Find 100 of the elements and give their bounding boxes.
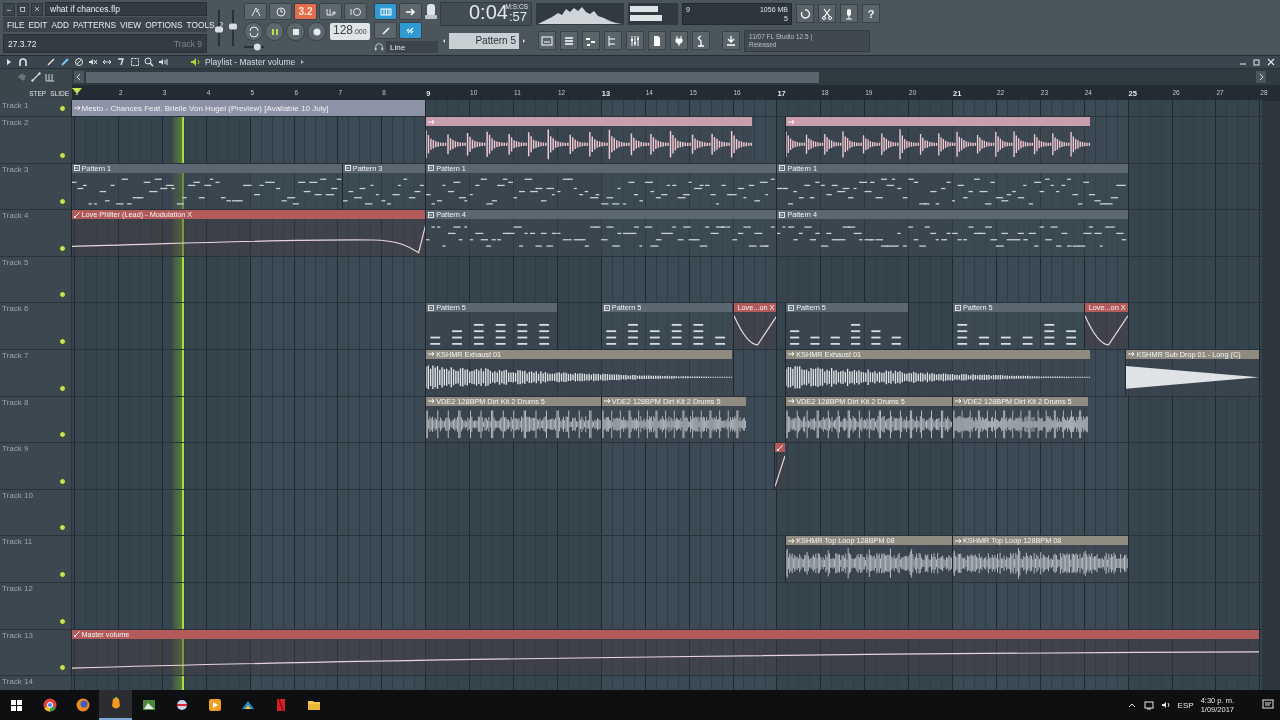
track-header[interactable]: Track 14 [0, 676, 72, 690]
scroll-right-button[interactable] [1256, 71, 1266, 83]
microphone-button[interactable] [840, 4, 858, 23]
menu-item[interactable]: OPTIONS [143, 19, 185, 30]
menu-item[interactable]: TOOLS [184, 19, 217, 30]
caret-icon[interactable] [299, 58, 306, 66]
delete-icon[interactable] [74, 57, 84, 67]
piano-roll-button[interactable] [582, 31, 600, 50]
track-dot[interactable] [59, 617, 66, 625]
close-icon[interactable] [1266, 57, 1276, 67]
slice-icon[interactable] [116, 57, 126, 67]
select-icon[interactable] [130, 57, 140, 67]
file-button[interactable] [648, 31, 666, 50]
close-button[interactable] [31, 2, 43, 16]
network-icon[interactable] [1143, 700, 1154, 710]
metronome-button[interactable] [244, 3, 267, 20]
minimize-button[interactable] [3, 2, 15, 16]
download-button[interactable] [722, 31, 740, 50]
track-dot[interactable] [59, 477, 66, 485]
vertical-slider[interactable] [215, 10, 223, 46]
vertical-slider[interactable] [229, 10, 237, 46]
track-dot[interactable] [59, 664, 66, 672]
step-edit-button[interactable] [319, 3, 342, 20]
horizontal-scrollbar[interactable] [86, 71, 819, 83]
automation-clip[interactable] [774, 443, 786, 489]
vertical-scrollbar[interactable] [1262, 101, 1280, 690]
audio-clip[interactable]: Mesto - Chances Feat. Brielle Von Hugel (Preview) [Available 10 July] [70, 100, 426, 116]
track-header[interactable]: Track 2 [0, 117, 72, 163]
stop-button[interactable] [286, 22, 305, 41]
menu-item[interactable]: PATTERNS [70, 19, 118, 30]
link-button[interactable] [399, 22, 422, 39]
piano-roll-button[interactable] [374, 3, 397, 20]
track-dot[interactable] [59, 570, 66, 578]
brush-icon[interactable] [60, 57, 70, 67]
mute-icon[interactable] [88, 57, 98, 67]
knob-icon[interactable] [424, 3, 438, 20]
speaker-icon[interactable] [190, 57, 201, 67]
mixer-button[interactable] [626, 31, 644, 50]
track-header[interactable]: Track 12 [0, 582, 72, 629]
track-dot[interactable] [59, 384, 66, 392]
pencil-icon[interactable] [46, 57, 56, 67]
pattern-icon[interactable] [45, 72, 55, 82]
restore-button[interactable] [17, 2, 29, 16]
magnet-icon[interactable] [18, 57, 28, 67]
track-header[interactable]: Track 6 [0, 303, 72, 349]
menu-item[interactable]: VIEW [118, 19, 144, 30]
track-dot[interactable] [59, 291, 66, 299]
wait-record-button[interactable] [269, 3, 292, 20]
language-indicator[interactable]: ESP [1177, 700, 1194, 710]
snap-dropdown[interactable]: Line [386, 41, 438, 53]
track-dot[interactable] [59, 524, 66, 532]
menu-item[interactable]: ADD [49, 19, 71, 30]
track-header[interactable]: Track 13 [0, 629, 72, 676]
audio-clip[interactable] [785, 117, 1091, 163]
curve-icon[interactable] [31, 72, 41, 82]
track-dot[interactable] [59, 431, 66, 439]
track-header[interactable]: Track 1 [0, 100, 72, 116]
channel-rack-button[interactable] [560, 31, 578, 50]
browser-button[interactable] [604, 31, 622, 50]
track-header[interactable]: Track 8 [0, 396, 72, 443]
snap-button[interactable]: 3.2 [294, 3, 317, 20]
loop-mode-button[interactable] [244, 22, 263, 41]
help-button[interactable]: ? [862, 4, 880, 23]
plugin-button[interactable] [670, 31, 688, 50]
track-header[interactable]: Track 10 [0, 489, 72, 536]
track-dot[interactable] [59, 151, 66, 159]
undo-button[interactable] [796, 4, 814, 23]
pause-button[interactable] [265, 22, 284, 41]
menu-item[interactable]: FILE [5, 19, 27, 30]
loop-icon [349, 5, 362, 18]
playlist-button[interactable] [538, 31, 556, 50]
track-header[interactable]: Track 4 [0, 210, 72, 256]
volume-icon[interactable] [1160, 700, 1171, 710]
slip-icon[interactable] [102, 57, 112, 67]
menu-item[interactable]: EDIT [26, 19, 50, 30]
notification-icon[interactable] [1262, 699, 1274, 711]
record-button[interactable] [307, 22, 326, 41]
speaker-icon[interactable] [158, 57, 168, 67]
pencil-button[interactable] [374, 22, 397, 39]
arrow-button[interactable] [399, 3, 422, 20]
track-dot[interactable] [59, 105, 66, 112]
track-header[interactable]: Track 11 [0, 536, 72, 582]
playhead-marker-icon[interactable] [72, 88, 82, 94]
track-dot[interactable] [59, 244, 66, 252]
lamp-button[interactable] [692, 31, 710, 50]
restore-icon[interactable] [1252, 57, 1262, 67]
loop-record-button[interactable] [344, 3, 367, 20]
horizontal-slider[interactable] [244, 43, 264, 51]
track-header[interactable]: Track 5 [0, 256, 72, 303]
cut-button[interactable] [818, 4, 836, 23]
pattern-selector[interactable]: Pattern 5 [449, 32, 519, 49]
taskbar-app[interactable] [99, 690, 132, 720]
track-dot[interactable] [59, 198, 66, 206]
scroll-left-button[interactable] [74, 71, 84, 83]
audio-clip[interactable] [425, 117, 753, 163]
track-header[interactable]: Track 7 [0, 349, 72, 396]
track-dot[interactable] [59, 337, 66, 345]
track-header[interactable]: Track 9 [0, 443, 72, 489]
track-header[interactable]: Track 3 [0, 163, 72, 210]
zoom-icon[interactable] [144, 57, 154, 67]
